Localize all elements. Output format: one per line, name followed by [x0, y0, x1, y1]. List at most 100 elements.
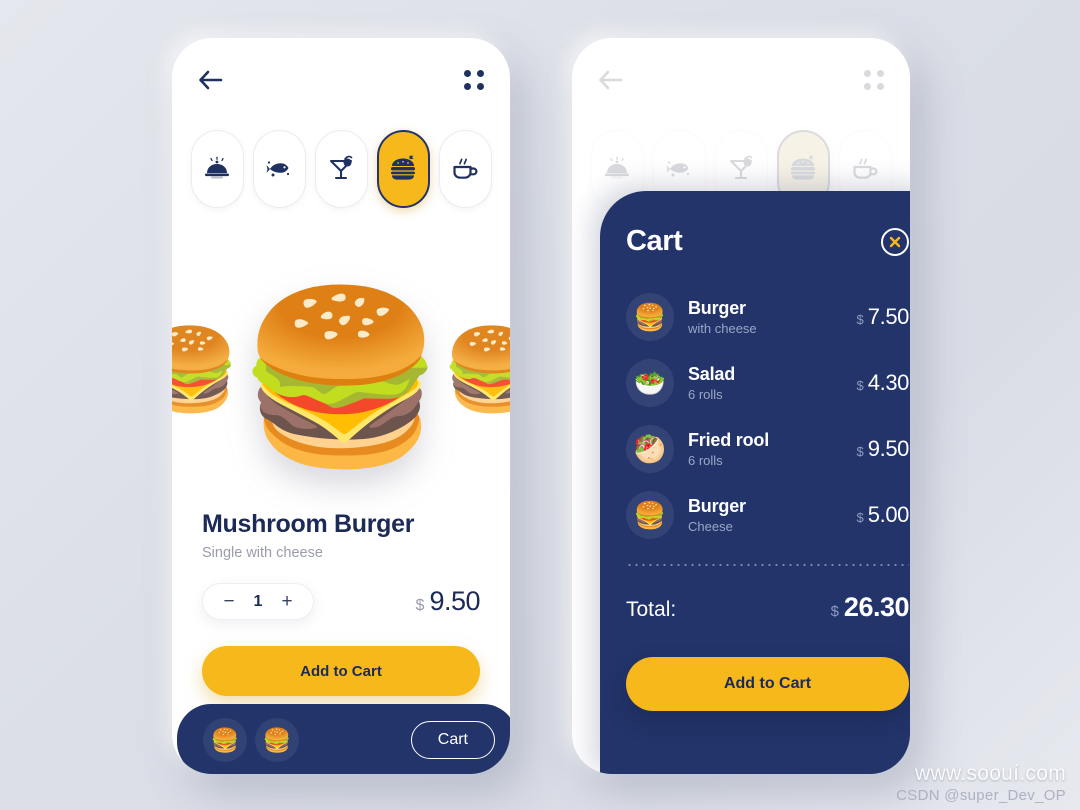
detail-topbar: [172, 60, 510, 100]
price-currency: $: [415, 597, 425, 614]
bottom-thumb-1[interactable]: 🍔: [203, 718, 247, 762]
cart-total-amount: 26.30: [843, 592, 910, 622]
cart-item-amount: 7.50: [867, 304, 910, 329]
cart-item-text: Fried rool 6 rolls: [688, 430, 843, 468]
cart-item-avatar: 🍔: [626, 293, 674, 341]
bottom-thumb-2[interactable]: 🍔: [255, 718, 299, 762]
product-subtitle: Single with cheese: [202, 545, 323, 561]
quantity-value: 1: [253, 592, 263, 610]
cart-total-currency: $: [830, 603, 839, 620]
cloche-icon: [605, 156, 629, 179]
product-detail-block: Mushroom Burger Single with cheese − 1 +…: [202, 510, 480, 696]
cart-item-desc: with cheese: [688, 321, 757, 336]
close-cart-button[interactable]: [881, 227, 909, 256]
watermark: www.soouí.com CSDN @super_Dev_OP: [896, 762, 1066, 804]
grid-dot: [864, 83, 871, 90]
cart-item-avatar: 🥙: [626, 425, 674, 473]
bottom-thumb-list: 🍔 🍔: [203, 718, 299, 762]
cart-total-price: $ 26.30: [830, 592, 910, 623]
grid-dot: [464, 70, 471, 77]
phone-product-detail: 🍔 🍔 🍔 Mushroom Burger Single with cheese…: [172, 38, 510, 774]
close-x-icon: [889, 236, 901, 247]
hero-side-burger-right: 🍔: [442, 325, 510, 414]
cart-item-price: $ 7.50: [856, 304, 910, 330]
add-to-cart-button[interactable]: Add to Cart: [202, 646, 480, 696]
cart-item-text: Burger Cheese: [688, 496, 843, 534]
cart-item-currency: $: [856, 510, 864, 525]
cart-item-row[interactable]: 🍔 Burger with cheese $ 7.50: [626, 284, 909, 350]
grid-dot: [464, 83, 471, 90]
bottom-nav-bar: 🍔 🍔 Cart: [177, 704, 510, 774]
grid-dot: [477, 70, 484, 77]
cocktail-icon: [329, 155, 353, 180]
cart-topbar: [572, 60, 910, 100]
product-title: Mushroom Burger: [202, 510, 415, 538]
cart-total-row: Total: $ 26.30: [626, 592, 910, 623]
cart-item-price: $ 9.50: [856, 436, 910, 462]
grid-menu-icon[interactable]: [464, 70, 484, 90]
cart-item-desc: 6 rolls: [688, 453, 723, 468]
cart-item-amount: 5.00: [867, 502, 910, 527]
category-item-drinks[interactable]: [314, 130, 368, 208]
cart-divider: [626, 564, 909, 566]
coffee-cup-icon: [853, 158, 878, 179]
cart-item-row[interactable]: 🍔 Burger Cheese $ 5.00: [626, 482, 909, 548]
cart-panel-header: Cart: [626, 225, 909, 258]
price-amount: 9.50: [429, 586, 480, 616]
cart-item-price: $ 5.00: [856, 502, 910, 528]
coffee-cup-icon: [453, 158, 478, 179]
cloche-icon: [205, 156, 229, 179]
watermark-site: www.soouí.com: [915, 762, 1066, 785]
cart-item-text: Salad 6 rolls: [688, 364, 843, 402]
burger-icon: [791, 155, 815, 180]
cart-item-desc: 6 rolls: [688, 387, 723, 402]
back-arrow-icon[interactable]: [598, 69, 624, 91]
category-item-seafood[interactable]: [252, 130, 306, 208]
category-item-burgers[interactable]: [376, 130, 430, 208]
cart-item-name: Burger: [688, 496, 746, 516]
quantity-decrement-button[interactable]: −: [221, 592, 237, 611]
cart-item-amount: 9.50: [867, 436, 910, 461]
hero-side-burger-left: 🍔: [172, 325, 240, 414]
grid-dot: [864, 70, 871, 77]
back-arrow-icon[interactable]: [198, 69, 224, 91]
product-hero-images: 🍔 🍔 🍔: [172, 248, 510, 506]
cart-item-name: Salad: [688, 364, 736, 384]
cart-item-amount: 4.30: [867, 370, 910, 395]
open-cart-button[interactable]: Cart: [410, 721, 495, 759]
cart-item-text: Burger with cheese: [688, 298, 843, 336]
hero-exploded-burger: 🍔: [236, 283, 446, 471]
cart-panel: Cart 🍔 Burger with cheese $ 7.50 🥗 Salad: [600, 191, 910, 774]
quantity-increment-button[interactable]: +: [279, 592, 295, 611]
cart-item-name: Fried rool: [688, 430, 770, 450]
cart-item-row[interactable]: 🥙 Fried rool 6 rolls $ 9.50: [626, 416, 909, 482]
cart-item-avatar: 🍔: [626, 491, 674, 539]
phone-cart: Cart 🍔 Burger with cheese $ 7.50 🥗 Salad: [572, 38, 910, 774]
cart-item-row[interactable]: 🥗 Salad 6 rolls $ 4.30: [626, 350, 909, 416]
category-filter-row: [172, 130, 510, 208]
grid-dot: [877, 83, 884, 90]
cart-title: Cart: [626, 225, 683, 257]
quantity-price-row: − 1 + $ 9.50: [202, 583, 480, 620]
category-item-dish[interactable]: [190, 130, 244, 208]
watermark-author: CSDN @super_Dev_OP: [896, 787, 1066, 804]
fish-icon: [266, 161, 290, 177]
quantity-stepper[interactable]: − 1 +: [202, 583, 314, 620]
cart-item-currency: $: [856, 378, 864, 393]
cart-item-currency: $: [856, 444, 864, 459]
cart-item-name: Burger: [688, 298, 746, 318]
cart-item-currency: $: [856, 312, 864, 327]
fish-icon: [666, 161, 690, 177]
cocktail-icon: [729, 155, 753, 180]
category-item-coffee[interactable]: [438, 130, 492, 208]
grid-dot: [477, 83, 484, 90]
grid-dot: [877, 70, 884, 77]
cart-total-label: Total:: [626, 598, 677, 621]
cart-item-desc: Cheese: [688, 519, 733, 534]
burger-icon: [391, 155, 415, 180]
grid-menu-icon[interactable]: [864, 70, 884, 90]
cart-item-price: $ 4.30: [856, 370, 910, 396]
product-price: $ 9.50: [415, 586, 481, 617]
cart-add-to-cart-button[interactable]: Add to Cart: [626, 657, 909, 711]
cart-item-avatar: 🥗: [626, 359, 674, 407]
